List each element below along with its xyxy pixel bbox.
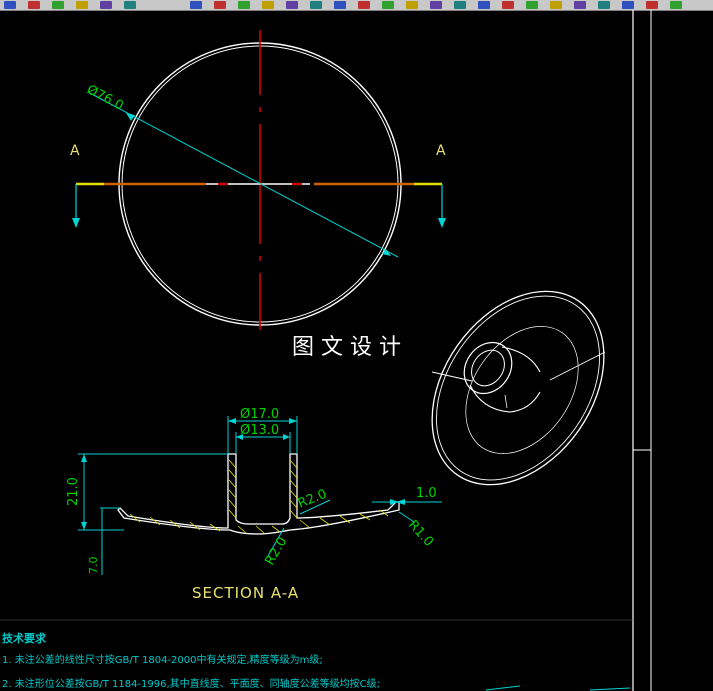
drawing-canvas: A A Ø76.0 图 文 设 计 Ø17.0 Ø13.0 21.0 7.0 R… <box>0 10 652 691</box>
section-view: Ø17.0 Ø13.0 21.0 7.0 R2.0 R2.0 1.0 R1.0 … <box>66 407 442 602</box>
color-icon[interactable] <box>238 1 250 9</box>
layer-icon[interactable] <box>100 1 112 9</box>
dim-icon[interactable] <box>358 1 370 9</box>
notes-line-1: 1. 未注公差的线性尺寸按GB/T 1804-2000中有关规定,精度等级为m级… <box>2 653 323 666</box>
dim-thickness: 1.0 <box>416 486 437 501</box>
title-block-fragments <box>485 685 631 691</box>
block-icon[interactable] <box>454 1 466 9</box>
dim-edge-radius: R1.0 <box>405 518 436 550</box>
dim-height: 21.0 <box>66 477 81 506</box>
isometric-view <box>431 290 606 486</box>
dim-icon[interactable] <box>334 1 346 9</box>
top-view: A A Ø76.0 <box>70 30 446 330</box>
watermark-text: 图 文 设 计 <box>292 335 401 360</box>
match-icon[interactable] <box>310 1 322 9</box>
block-icon[interactable] <box>550 1 562 9</box>
dim-outer-diameter: Ø17.0 <box>240 407 279 422</box>
properties-icon[interactable] <box>214 1 226 9</box>
layer-icon[interactable] <box>28 1 40 9</box>
diameter-dimension-line <box>87 91 399 258</box>
block-icon[interactable] <box>382 1 394 9</box>
properties-icon[interactable] <box>190 1 202 9</box>
lineweight-icon[interactable] <box>286 1 298 9</box>
block-icon[interactable] <box>502 1 514 9</box>
block-icon[interactable] <box>478 1 490 9</box>
dim-fillet-lower: R2.0 <box>262 535 290 568</box>
section-mark-left: A <box>70 143 80 159</box>
block-icon[interactable] <box>526 1 538 9</box>
layer-icon[interactable] <box>76 1 88 9</box>
layer-icon[interactable] <box>4 1 16 9</box>
block-icon[interactable] <box>598 1 610 9</box>
block-icon[interactable] <box>646 1 658 9</box>
block-icon[interactable] <box>430 1 442 9</box>
section-dimension-lines <box>78 416 442 575</box>
technical-notes: 技术要求 1. 未注公差的线性尺寸按GB/T 1804-2000中有关规定,精度… <box>2 631 380 690</box>
section-mark-right: A <box>436 143 446 159</box>
layer-icon[interactable] <box>124 1 136 9</box>
notes-title: 技术要求 <box>2 631 47 645</box>
block-icon[interactable] <box>622 1 634 9</box>
diameter-label: Ø76.0 <box>84 82 126 114</box>
block-icon[interactable] <box>574 1 586 9</box>
section-title: SECTION A-A <box>192 584 299 602</box>
section-body <box>117 453 400 535</box>
block-icon[interactable] <box>670 1 682 9</box>
linetype-icon[interactable] <box>262 1 274 9</box>
section-arrow-left <box>72 184 80 228</box>
layer-icon[interactable] <box>52 1 64 9</box>
block-icon[interactable] <box>406 1 418 9</box>
notes-line-2: 2. 未注形位公差按GB/T 1184-1996,其中直线度、平面度、同轴度公差… <box>2 677 380 690</box>
dim-inner-diameter: Ø13.0 <box>240 423 279 438</box>
dim-base: 7.0 <box>87 557 100 575</box>
section-arrow-right <box>438 184 446 228</box>
